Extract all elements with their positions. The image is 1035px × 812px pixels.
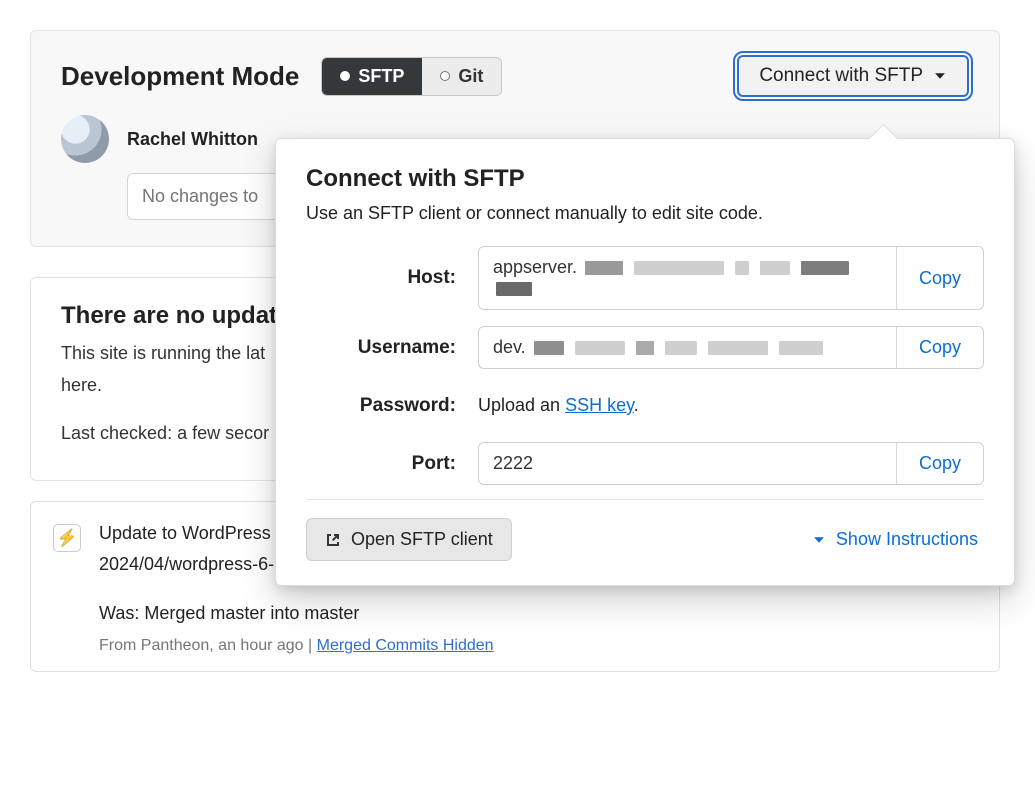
password-text-prefix: Upload an xyxy=(478,395,565,415)
redacted-block xyxy=(634,261,724,275)
password-text-suffix: . xyxy=(634,395,639,415)
copy-port-button[interactable]: Copy xyxy=(896,443,983,484)
dev-mode-option-git-label: Git xyxy=(458,66,483,87)
chevron-down-icon xyxy=(933,69,947,83)
dev-mode-title: Development Mode xyxy=(61,61,299,92)
radio-dot-icon xyxy=(340,71,350,81)
cred-value-port[interactable] xyxy=(479,443,896,484)
cred-value-username[interactable]: dev. xyxy=(479,327,896,368)
cred-row-username: Username: dev. Copy xyxy=(306,326,984,369)
commit-was-line: Was: Merged master into master xyxy=(99,600,868,627)
radio-dot-icon xyxy=(440,71,450,81)
redacted-block xyxy=(534,341,564,355)
dev-mode-toggle: SFTP Git xyxy=(321,57,502,96)
cred-field-host: appserver. Copy xyxy=(478,246,984,310)
source-icon: ⚡ xyxy=(53,524,81,552)
divider xyxy=(306,499,984,500)
merged-commits-link[interactable]: Merged Commits Hidden xyxy=(317,637,494,654)
redacted-block xyxy=(665,341,697,355)
sftp-popover: Connect with SFTP Use an SFTP client or … xyxy=(275,138,1015,586)
open-sftp-client-button[interactable]: Open SFTP client xyxy=(306,518,512,561)
redacted-block xyxy=(496,282,532,296)
dev-mode-option-sftp[interactable]: SFTP xyxy=(322,58,422,95)
user-value-prefix: dev. xyxy=(493,337,526,357)
cred-label-username: Username: xyxy=(306,337,456,359)
cred-row-host: Host: appserver. Copy xyxy=(306,246,984,310)
redacted-block xyxy=(760,261,790,275)
redacted-block xyxy=(779,341,823,355)
open-sftp-client-label: Open SFTP client xyxy=(351,529,493,550)
author-name: Rachel Whitton xyxy=(127,129,258,150)
redacted-block xyxy=(636,341,654,355)
dev-mode-option-git[interactable]: Git xyxy=(422,58,501,95)
show-instructions-label: Show Instructions xyxy=(836,529,978,550)
redacted-block xyxy=(708,341,768,355)
commit-meta: From Pantheon, an hour ago | Merged Comm… xyxy=(99,637,868,655)
host-value-prefix: appserver. xyxy=(493,257,577,277)
dev-mode-option-sftp-label: SFTP xyxy=(358,66,404,87)
cred-label-password: Password: xyxy=(306,395,456,417)
connect-sftp-label: Connect with SFTP xyxy=(759,65,923,87)
cred-row-password: Password: Upload an SSH key. xyxy=(306,385,984,426)
cred-value-host[interactable]: appserver. xyxy=(479,247,896,309)
copy-host-button[interactable]: Copy xyxy=(896,247,983,309)
external-link-icon xyxy=(325,532,341,548)
cred-field-username: dev. Copy xyxy=(478,326,984,369)
redacted-block xyxy=(585,261,623,275)
connect-sftp-button[interactable]: Connect with SFTP xyxy=(737,55,969,97)
cred-row-port: Port: Copy xyxy=(306,442,984,485)
ssh-key-link[interactable]: SSH key xyxy=(565,395,634,415)
copy-username-button[interactable]: Copy xyxy=(896,327,983,368)
cred-label-host: Host: xyxy=(306,267,456,289)
commit-meta-prefix: From Pantheon, an hour ago | xyxy=(99,637,317,654)
bolt-icon: ⚡ xyxy=(57,528,77,548)
show-instructions-button[interactable]: Show Instructions xyxy=(806,528,984,551)
cred-value-password: Upload an SSH key. xyxy=(478,385,984,426)
redacted-block xyxy=(735,261,749,275)
cred-label-port: Port: xyxy=(306,453,456,475)
avatar xyxy=(61,115,109,163)
popover-subtitle: Use an SFTP client or connect manually t… xyxy=(306,203,984,224)
popover-title: Connect with SFTP xyxy=(306,165,984,193)
chevron-down-icon xyxy=(812,533,826,547)
cred-field-port: Copy xyxy=(478,442,984,485)
redacted-block xyxy=(801,261,849,275)
redacted-block xyxy=(575,341,625,355)
